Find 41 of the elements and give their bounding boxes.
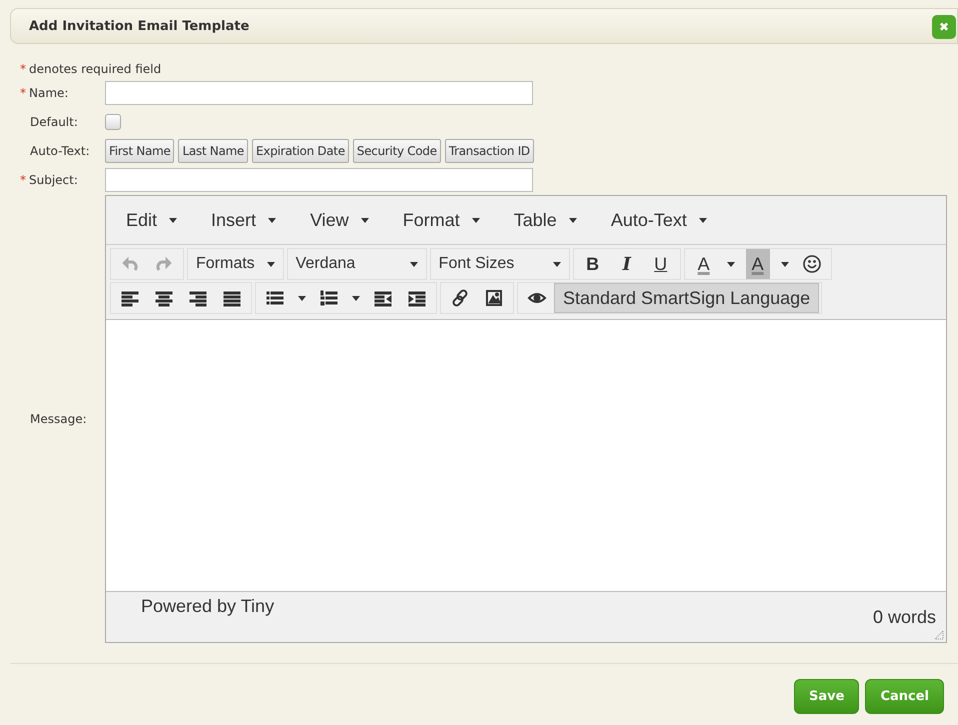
caret-icon[interactable] xyxy=(352,296,360,300)
image-icon[interactable] xyxy=(484,288,504,308)
word-count: 0 words xyxy=(872,607,936,628)
menu-item[interactable]: Auto-Text xyxy=(598,210,719,230)
required-note: denotes required field xyxy=(29,62,162,76)
resize-handle-icon[interactable] xyxy=(934,630,944,640)
checkbox[interactable] xyxy=(105,114,121,130)
field-label: Message: xyxy=(30,412,87,426)
numbered-list-icon[interactable] xyxy=(319,288,339,308)
field-label: Auto-Text: xyxy=(30,144,90,158)
smiley-icon[interactable] xyxy=(802,254,822,274)
caret-icon[interactable] xyxy=(780,262,789,266)
branding-text: Powered by Tiny xyxy=(141,596,274,617)
background-color-button[interactable]: A xyxy=(746,249,770,279)
auto-text-button[interactable]: First Name xyxy=(105,138,174,162)
required-mark: * xyxy=(20,62,26,76)
dialog-title: Add Invitation Email Template xyxy=(29,18,250,34)
link-icon[interactable] xyxy=(450,288,470,308)
auto-text-button[interactable]: Last Name xyxy=(178,138,248,162)
menu-item[interactable]: Edit xyxy=(114,210,190,230)
italic-button[interactable]: I xyxy=(610,249,644,279)
caret-icon[interactable] xyxy=(298,296,306,300)
input-field[interactable] xyxy=(105,80,533,104)
auto-text-button[interactable]: Transaction ID xyxy=(444,138,534,162)
menu-item[interactable]: Format xyxy=(390,210,492,230)
style-button[interactable]: Standard SmartSign Language xyxy=(554,283,820,313)
required-mark: * xyxy=(20,86,26,100)
bold-button[interactable]: B xyxy=(576,249,610,279)
field-label: Name: xyxy=(29,86,68,100)
menu-item[interactable]: Insert xyxy=(199,210,288,230)
menu-item[interactable]: View xyxy=(298,210,381,230)
menu-item[interactable]: Table xyxy=(502,210,589,230)
auto-text-button[interactable]: Security Code xyxy=(352,138,441,162)
text-color-button[interactable]: A xyxy=(686,249,721,279)
field-label: Subject: xyxy=(29,172,78,186)
field-label: Default: xyxy=(30,114,78,128)
underline-button[interactable]: U xyxy=(644,249,678,279)
required-mark: * xyxy=(20,172,26,186)
input-field[interactable] xyxy=(105,168,533,192)
caret-icon[interactable] xyxy=(726,262,735,266)
auto-text-button[interactable]: Expiration Date xyxy=(252,138,349,162)
